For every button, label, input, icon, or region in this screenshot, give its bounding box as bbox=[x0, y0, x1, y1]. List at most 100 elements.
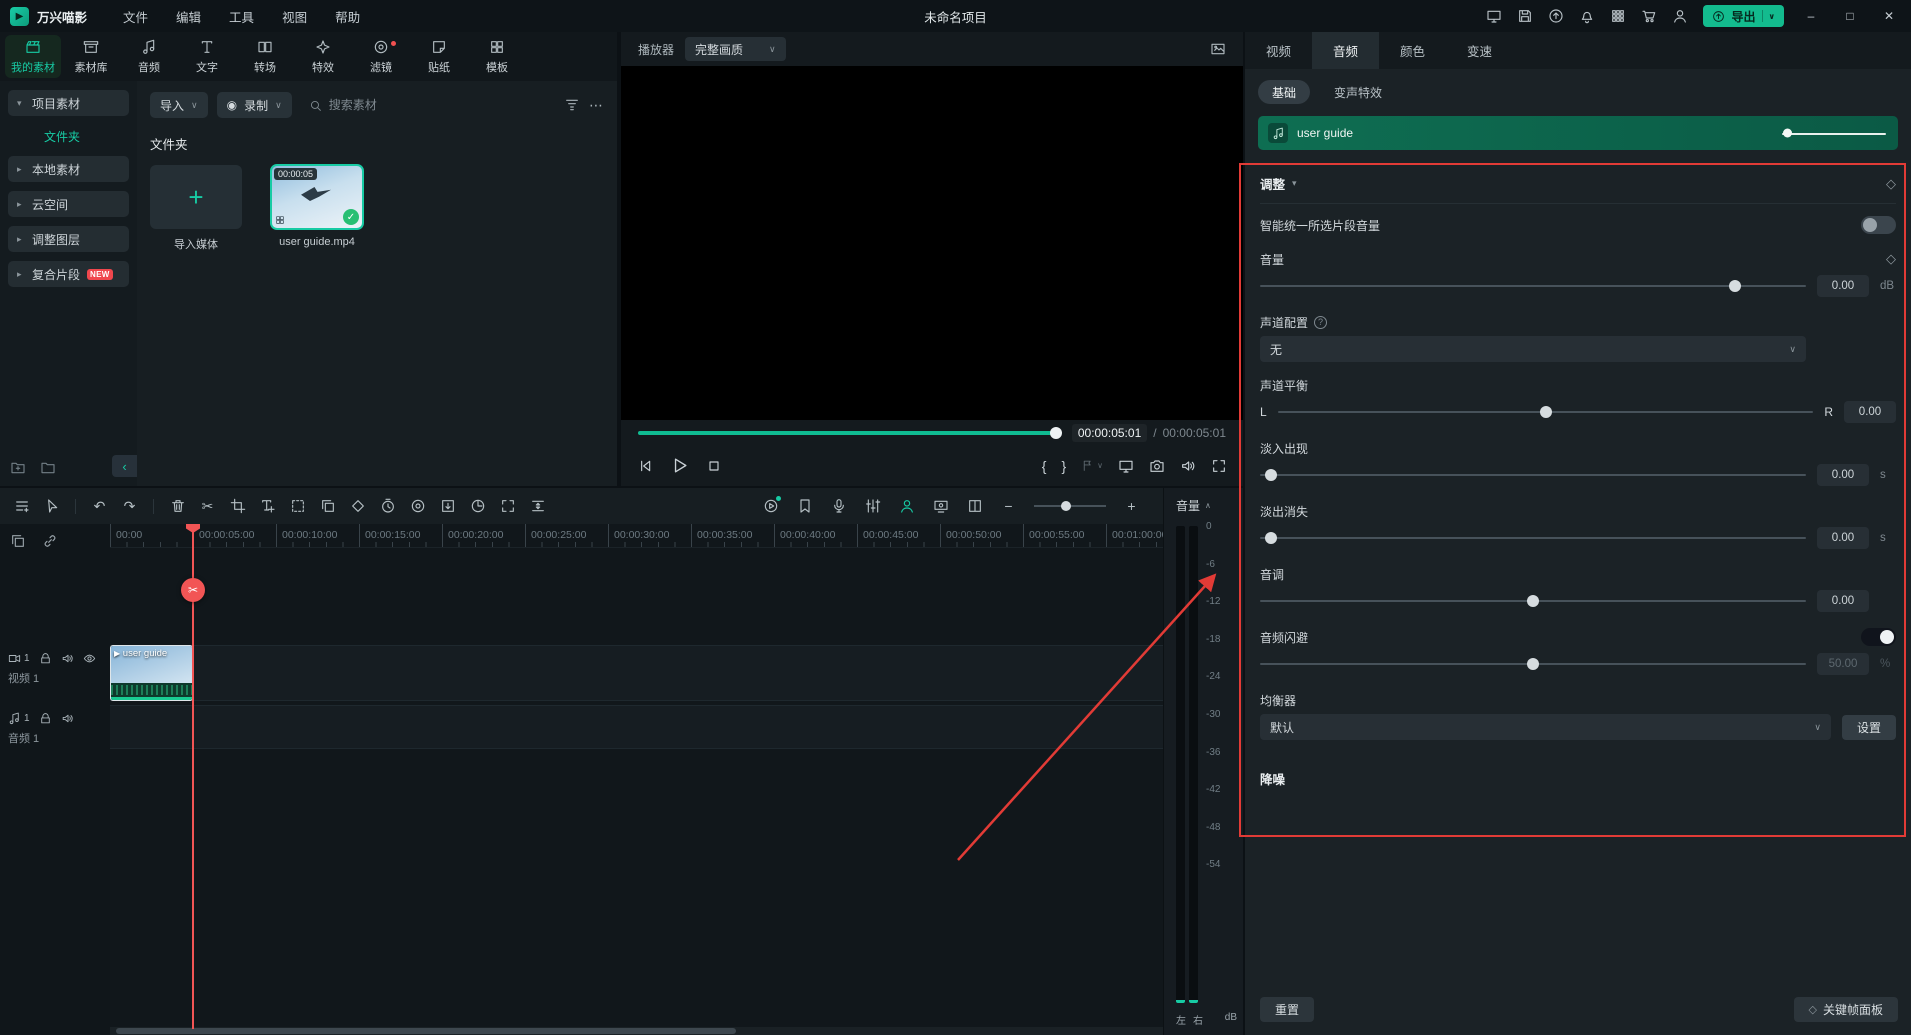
adjust-section-header[interactable]: 调整▾ bbox=[1260, 174, 1297, 193]
menu-item[interactable]: 视图 bbox=[268, 7, 321, 26]
sidebar-item-adjust-layer[interactable]: ▸调整图层 bbox=[8, 226, 129, 252]
redo-button[interactable]: ↷ bbox=[116, 493, 143, 519]
add-text-button[interactable] bbox=[254, 493, 281, 519]
fullscreen-button[interactable] bbox=[1211, 458, 1227, 474]
duplicate-button[interactable] bbox=[314, 493, 341, 519]
search-input[interactable] bbox=[329, 98, 449, 112]
zoom-slider[interactable] bbox=[1034, 505, 1106, 507]
zoom-out-button[interactable]: − bbox=[995, 493, 1022, 519]
tab-speed[interactable]: 变速 bbox=[1446, 32, 1513, 69]
selected-clip-bar[interactable]: user guide bbox=[1258, 116, 1898, 150]
fade-out-value[interactable]: 0.00 bbox=[1817, 527, 1869, 549]
ducking-slider[interactable] bbox=[1260, 663, 1806, 665]
sidebar-item-cloud[interactable]: ▸云空间 bbox=[8, 191, 129, 217]
duration-button[interactable] bbox=[464, 493, 491, 519]
volume-value[interactable]: 0.00 bbox=[1817, 275, 1869, 297]
tab-effects[interactable]: 特效 bbox=[295, 35, 351, 78]
minimize-button[interactable]: – bbox=[1799, 9, 1823, 23]
filter-icon[interactable] bbox=[564, 97, 580, 113]
search-box[interactable] bbox=[301, 98, 555, 112]
balance-slider-knob[interactable] bbox=[1540, 406, 1552, 418]
screen-record-button[interactable] bbox=[927, 493, 954, 519]
split-screen-button[interactable] bbox=[961, 493, 988, 519]
crop-button[interactable] bbox=[224, 493, 251, 519]
zoom-in-button[interactable]: + bbox=[1118, 493, 1145, 519]
mask-button[interactable] bbox=[284, 493, 311, 519]
subtab-basic[interactable]: 基础 bbox=[1258, 80, 1310, 104]
maximize-button[interactable]: □ bbox=[1838, 9, 1862, 23]
close-button[interactable]: ✕ bbox=[1877, 9, 1901, 23]
ducking-value[interactable]: 50.00 bbox=[1817, 653, 1869, 675]
timeline-hscroll-track[interactable] bbox=[110, 1027, 1163, 1035]
seek-bar[interactable] bbox=[638, 431, 1060, 435]
video-track-lane[interactable] bbox=[110, 645, 1163, 701]
sidebar-item-compound-clip[interactable]: ▸复合片段NEW bbox=[8, 261, 129, 287]
channel-config-dropdown[interactable]: 无∨ bbox=[1260, 336, 1806, 362]
audio-mixer-button[interactable] bbox=[859, 493, 886, 519]
clip-volume-knob[interactable] bbox=[1783, 129, 1792, 138]
balance-slider[interactable] bbox=[1278, 411, 1814, 413]
timeline-hscroll-thumb[interactable] bbox=[116, 1028, 736, 1034]
display-mode-icon[interactable] bbox=[1486, 8, 1502, 24]
marker-button[interactable]: ∨ bbox=[1081, 459, 1103, 472]
tab-audio[interactable]: 音频 bbox=[1312, 32, 1379, 69]
menu-item[interactable]: 编辑 bbox=[162, 7, 215, 26]
clip-volume-line[interactable] bbox=[1782, 133, 1886, 135]
preview-screen[interactable] bbox=[621, 66, 1243, 420]
media-clip-thumbnail[interactable]: 00:00:05 ✓ bbox=[271, 165, 363, 229]
record-button[interactable]: ◉录制∨ bbox=[217, 92, 292, 118]
undo-button[interactable]: ↶ bbox=[86, 493, 113, 519]
subtab-voice-effects[interactable]: 变声特效 bbox=[1320, 80, 1396, 104]
tab-templates[interactable]: 模板 bbox=[469, 35, 525, 78]
link-clips-icon[interactable] bbox=[42, 533, 58, 549]
fade-out-slider-knob[interactable] bbox=[1265, 532, 1277, 544]
playhead-cut-button[interactable]: ✂ bbox=[181, 578, 205, 602]
share-icon[interactable] bbox=[1548, 8, 1564, 24]
menu-item[interactable]: 文件 bbox=[109, 7, 162, 26]
sidebar-item-project-media[interactable]: ▾项目素材 bbox=[8, 90, 129, 116]
fade-in-slider[interactable] bbox=[1260, 474, 1806, 476]
mute-track-icon[interactable] bbox=[61, 712, 74, 725]
folder-icon[interactable] bbox=[40, 460, 56, 476]
menu-item[interactable]: 工具 bbox=[215, 7, 268, 26]
tab-text[interactable]: 文字 bbox=[179, 35, 235, 78]
pitch-value[interactable]: 0.00 bbox=[1817, 590, 1869, 612]
audio-track-lane[interactable] bbox=[110, 705, 1163, 749]
tab-stock-library[interactable]: 素材库 bbox=[63, 35, 119, 78]
previous-frame-button[interactable] bbox=[637, 458, 653, 474]
timeline-clip[interactable]: ▶ user guide bbox=[110, 645, 193, 701]
preview-compare-icon[interactable] bbox=[1210, 41, 1226, 57]
equalizer-dropdown[interactable]: 默认∨ bbox=[1260, 714, 1831, 740]
timeline-ruler[interactable]: 00:0000:00:05:0000:00:10:0000:00:15:0000… bbox=[110, 524, 1163, 548]
lock-track-icon[interactable] bbox=[39, 652, 52, 665]
import-media-tile[interactable]: + bbox=[150, 165, 242, 229]
tab-filters[interactable]: 滤镜 bbox=[353, 35, 409, 78]
fade-out-slider[interactable] bbox=[1260, 537, 1806, 539]
hide-track-icon[interactable] bbox=[83, 652, 96, 665]
save-icon[interactable] bbox=[1517, 8, 1533, 24]
vocal-separation-button[interactable] bbox=[893, 493, 920, 519]
tab-audio[interactable]: 音频 bbox=[121, 35, 177, 78]
volume-slider-knob[interactable] bbox=[1729, 280, 1741, 292]
snapshot-button[interactable] bbox=[1149, 458, 1165, 474]
playhead[interactable]: ✂ bbox=[192, 524, 194, 1029]
ducking-toggle[interactable] bbox=[1861, 628, 1896, 646]
keyframe-button[interactable] bbox=[344, 493, 371, 519]
help-icon[interactable]: ? bbox=[1314, 316, 1327, 329]
tab-stickers[interactable]: 贴纸 bbox=[411, 35, 467, 78]
play-button[interactable] bbox=[670, 456, 689, 475]
volume-slider[interactable] bbox=[1260, 285, 1806, 287]
notifications-icon[interactable] bbox=[1579, 8, 1595, 24]
voiceover-button[interactable] bbox=[825, 493, 852, 519]
volume-meter-header[interactable]: 音量∧ bbox=[1164, 488, 1243, 514]
delete-button[interactable] bbox=[164, 493, 191, 519]
new-folder-icon[interactable] bbox=[10, 460, 26, 476]
tab-transition[interactable]: 转场 bbox=[237, 35, 293, 78]
mark-out-button[interactable]: } bbox=[1061, 458, 1066, 474]
chroma-key-button[interactable] bbox=[404, 493, 431, 519]
tab-color[interactable]: 颜色 bbox=[1379, 32, 1446, 69]
mute-button[interactable] bbox=[1180, 458, 1196, 474]
fade-in-value[interactable]: 0.00 bbox=[1817, 464, 1869, 486]
tab-video[interactable]: 视频 bbox=[1245, 32, 1312, 69]
mute-track-icon[interactable] bbox=[61, 652, 74, 665]
